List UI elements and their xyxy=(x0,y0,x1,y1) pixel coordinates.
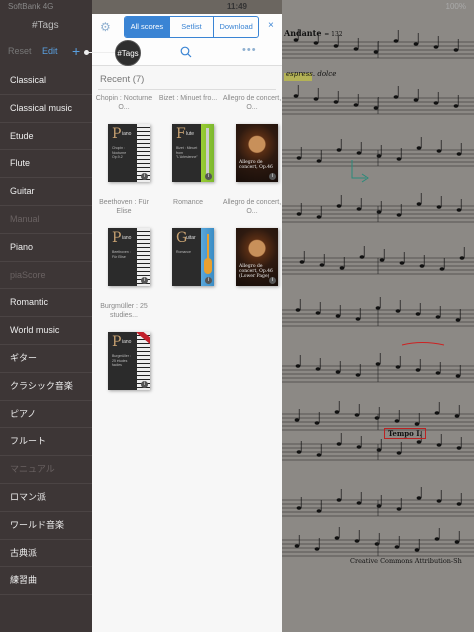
search-icon[interactable] xyxy=(180,45,192,63)
tag-item[interactable]: Romantic xyxy=(0,289,92,318)
score-item[interactable]: Allegro de concert, O... Allegro de conce… xyxy=(222,94,282,198)
tag-item[interactable]: マニュアル xyxy=(0,456,92,484)
score-cover-title: Burgmüller : 25 études faciles xyxy=(112,354,131,367)
score-cover-title: Romance xyxy=(176,250,191,254)
instrument-letter: F xyxy=(176,126,186,142)
instrument-label: iano xyxy=(122,235,132,241)
tab-download[interactable]: Download xyxy=(214,17,258,37)
close-button[interactable]: × xyxy=(268,20,274,31)
score-cover[interactable]: Flute Bizet : Minuet from "L'Arlesienne" i xyxy=(172,124,214,182)
score-caption: Allegro de concert, O... xyxy=(222,95,282,111)
add-tag-button[interactable]: + xyxy=(72,43,80,59)
score-caption: Burgmüller : 25 studies... xyxy=(100,303,148,319)
score-cover[interactable]: Piano Chopin : Nocturne Op.9-2 i xyxy=(108,124,150,182)
more-options-button[interactable]: ••• xyxy=(242,44,257,56)
score-caption: Chopin : Nocturne O... xyxy=(95,95,153,111)
battery-indicator: 100% xyxy=(445,2,466,11)
tempo-primo-marking: Tempo I. xyxy=(384,428,426,439)
tag-item[interactable]: Manual xyxy=(0,206,92,234)
tag-list: Classical Classical music Etude Flute Guitar… xyxy=(0,67,92,596)
info-icon[interactable]: i xyxy=(205,277,212,284)
score-caption: Beethoven : Für Elise xyxy=(99,199,149,215)
score-caption: Bizet : Minuet fro... xyxy=(158,95,218,102)
score-cover[interactable]: Piano Beethoven : Für Elise i xyxy=(108,228,150,286)
clock: 11:49 xyxy=(226,2,248,11)
score-library-panel: ⚙ All scores Setlist Download × ••• Recent… xyxy=(92,14,282,632)
tab-setlist[interactable]: Setlist xyxy=(170,17,215,37)
instrument-label: iano xyxy=(122,339,132,345)
tag-item[interactable]: 古典派 xyxy=(0,540,92,568)
reset-button[interactable]: Reset xyxy=(8,46,32,56)
instrument-label: uitar xyxy=(186,235,196,241)
status-bar: SoftBank 4G 11:49 100% xyxy=(0,0,474,14)
sidebar-title: #Tags xyxy=(32,20,59,31)
info-icon[interactable]: i xyxy=(141,381,148,388)
info-icon[interactable]: i xyxy=(205,173,212,180)
sheet-music-view[interactable]: Andante = 132 espress. dolce Tempo I. Cr… xyxy=(282,0,474,632)
instrument-label: lute xyxy=(186,131,195,137)
tempo-marking: Andante = 132 xyxy=(284,28,343,38)
score-item[interactable]: Bizet : Minuet fro... Flute Bizet : Minuet… xyxy=(158,94,218,198)
score-caption: Allegro de concert, O... xyxy=(222,199,282,215)
tag-item[interactable]: クラシック音楽 xyxy=(0,373,92,401)
tag-item[interactable]: フルート xyxy=(0,428,92,457)
divider xyxy=(98,89,276,90)
tag-item[interactable]: World music xyxy=(0,317,92,345)
instrument-letter: P xyxy=(112,126,122,142)
tag-filter-badge[interactable]: #Tags xyxy=(115,40,141,66)
score-cover-title: Allegro de concert, Op.46 xyxy=(239,160,273,170)
score-caption: Romance xyxy=(173,199,203,206)
score-item[interactable]: Beethoven : Für Elise Piano Beethoven : Fü… xyxy=(94,198,154,302)
score-item[interactable]: Romance Guitar Romance i xyxy=(158,198,218,302)
instrument-letter: P xyxy=(112,230,122,246)
score-cover-title: Bizet : Minuet from "L'Arlesienne" xyxy=(176,146,198,159)
tag-item[interactable]: ピアノ xyxy=(0,401,92,429)
license-text: Creative Commons Attribution-Sh xyxy=(350,557,462,565)
info-icon[interactable]: i xyxy=(141,173,148,180)
score-item[interactable]: Burgmüller : 25 studies... Piano Burgmülle… xyxy=(94,302,154,406)
score-cover-title: Chopin : Nocturne Op.9-2 xyxy=(112,146,127,159)
tag-item[interactable]: Flute xyxy=(0,150,92,179)
instrument-label: iano xyxy=(122,131,132,137)
tag-connector-line xyxy=(86,52,116,53)
score-cover[interactable]: Guitar Romance i xyxy=(172,228,214,286)
score-cover[interactable]: Allegro de concert, Op.46 (Lower Page) i xyxy=(236,228,278,286)
tag-item[interactable]: ロマン派 xyxy=(0,484,92,512)
edit-button[interactable]: Edit xyxy=(42,46,58,56)
score-item[interactable]: Chopin : Nocturne O... Piano Chopin : Noct… xyxy=(94,94,154,198)
score-cover[interactable]: Piano Burgmüller : 25 études faciles i xyxy=(108,332,150,390)
score-cover[interactable]: Allegro de concert, Op.46 i xyxy=(236,124,278,182)
info-icon[interactable]: i xyxy=(269,173,276,180)
tag-item[interactable]: ワールド音楽 xyxy=(0,512,92,540)
info-icon[interactable]: i xyxy=(141,277,148,284)
recent-section-title: Recent (7) xyxy=(100,74,145,85)
tag-item[interactable]: Classical music xyxy=(0,95,92,123)
score-cover-title: Beethoven : Für Elise xyxy=(112,250,131,259)
gear-icon[interactable]: ⚙ xyxy=(100,20,111,34)
scores-segmented-control: All scores Setlist Download xyxy=(124,16,259,38)
tag-item[interactable]: Piano xyxy=(0,234,92,262)
tag-item[interactable]: ギター xyxy=(0,345,92,373)
tag-item[interactable]: Classical xyxy=(0,67,92,95)
expression-marking: espress. dolce xyxy=(286,70,337,78)
sidebar-toolbar: Reset Edit + xyxy=(0,43,92,64)
tab-all-scores[interactable]: All scores xyxy=(125,17,170,37)
tag-item[interactable]: Etude xyxy=(0,123,92,151)
info-icon[interactable]: i xyxy=(269,277,276,284)
tag-sidebar: #Tags Reset Edit + Classical Classical mu… xyxy=(0,0,92,632)
staff-lines xyxy=(282,0,474,632)
tag-item[interactable]: Guitar xyxy=(0,178,92,206)
instrument-letter: P xyxy=(112,334,122,350)
score-item[interactable]: Allegro de concert, O... Allegro de conce… xyxy=(222,198,282,302)
tag-item[interactable]: 練習曲 xyxy=(0,567,92,596)
tag-item[interactable]: piaScore xyxy=(0,262,92,290)
